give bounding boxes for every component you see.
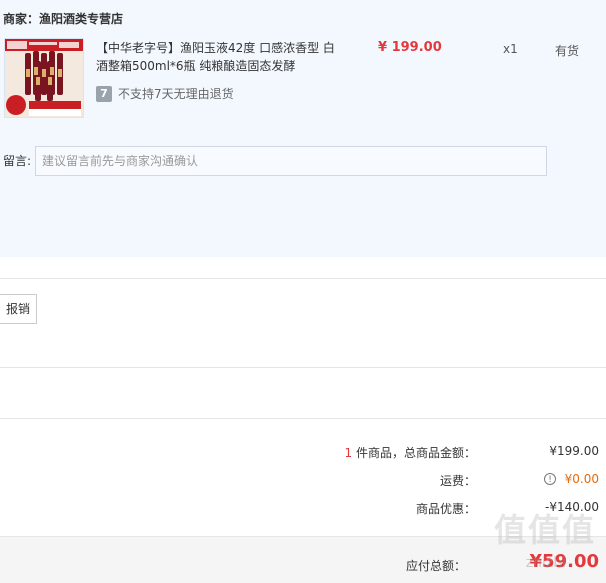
stock-status: 有货 [555, 44, 580, 58]
message-label: 留言: [3, 154, 32, 168]
message-input[interactable] [35, 146, 547, 176]
discount-value: -¥140.00 [545, 500, 599, 514]
shipping-label: 运费： [439, 474, 476, 488]
payable-value: ¥59.00 [529, 551, 599, 572]
product-image[interactable] [4, 38, 84, 118]
reimburse-button[interactable]: 报销 [0, 294, 37, 324]
divider [0, 367, 606, 368]
payable-bar [0, 536, 606, 583]
shipping-value: ¥0.00 [564, 472, 599, 486]
item-count-suffix: 件商品，总商品金额： [352, 446, 476, 460]
return-policy: 7 不支持7天无理由退货 [96, 86, 234, 102]
product-quantity: x1 [503, 42, 518, 56]
payable-label: 应付总额： [405, 559, 466, 573]
discount-label: 商品优惠： [415, 502, 476, 516]
product-title[interactable]: 【中华老字号】渔阳玉液42度 口感浓香型 白酒整箱500ml*6瓶 纯粮酿造固态… [96, 39, 346, 75]
subtotal-value: ¥199.00 [549, 444, 599, 458]
product-price: ¥ 199.00 [378, 40, 442, 55]
divider [0, 418, 606, 419]
subtotal-label: 1 件商品，总商品金额： [345, 444, 476, 461]
product-image-art [5, 39, 83, 117]
order-panel: 商家：渔阳酒类专营店 【中华老字号】渔阳玉液42度 口感浓香型 白酒整箱500m… [0, 0, 606, 257]
info-icon[interactable]: ! [544, 473, 556, 485]
seven-day-return-icon: 7 [96, 86, 112, 102]
price-badge [6, 95, 26, 115]
store-name[interactable]: 商家：渔阳酒类专营店 [3, 10, 123, 27]
return-policy-text: 不支持7天无理由退货 [118, 87, 234, 101]
divider [0, 278, 606, 279]
